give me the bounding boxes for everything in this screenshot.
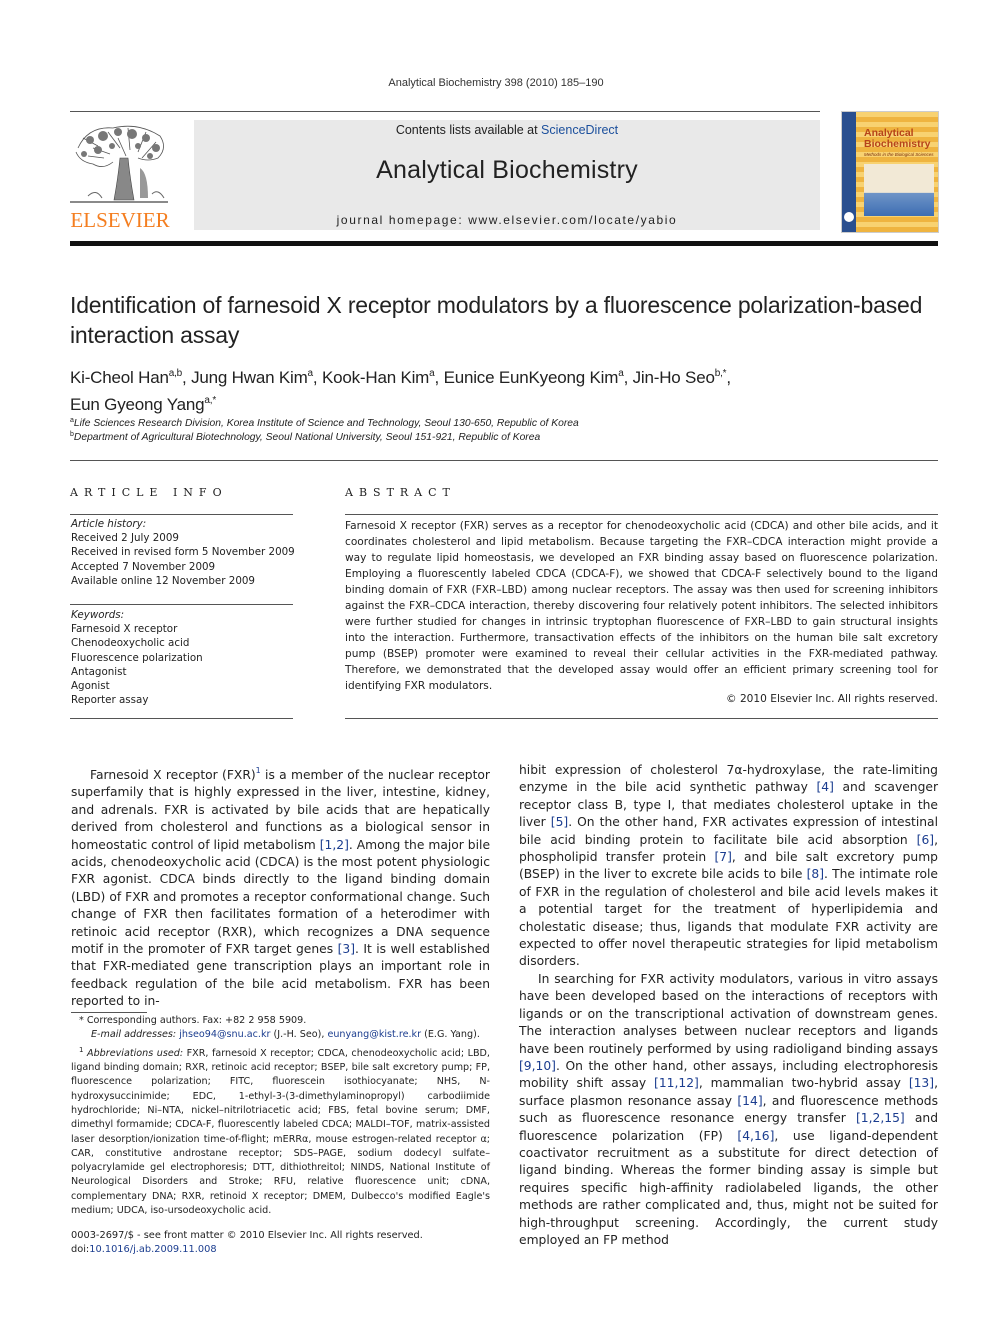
section-divider <box>70 460 938 461</box>
article-info-rule <box>70 514 293 515</box>
citation-link[interactable]: [13] <box>909 1076 934 1090</box>
author-affiliation-mark: a <box>307 368 314 379</box>
citation-link[interactable]: [1,2] <box>320 838 349 852</box>
email-link[interactable]: jhseo94@snu.ac.kr <box>179 1029 270 1040</box>
keyword: Antagonist <box>71 665 127 678</box>
body-column-right: hibit expression of cholesterol 7α-hydro… <box>519 762 938 1249</box>
keyword: Reporter assay <box>71 694 149 707</box>
author-name[interactable]: Ki-Cheol Han <box>70 368 169 387</box>
author-affiliation-mark: a <box>618 368 624 379</box>
author-name[interactable]: Jung Hwan Kim <box>191 368 308 387</box>
journal-name: Analytical Biochemistry <box>376 156 638 184</box>
cover-seal-icon <box>844 212 854 222</box>
citation-link[interactable]: [9,10] <box>519 1059 556 1073</box>
citation-link[interactable]: [8] <box>807 867 824 881</box>
article-info-rule <box>70 604 293 605</box>
journal-homepage-link[interactable]: journal homepage: www.elsevier.com/locat… <box>194 213 820 227</box>
keyword: Fluorescence polarization <box>71 651 203 664</box>
article-title: Identification of farnesoid X receptor m… <box>70 292 923 348</box>
affiliation-a: aLife Sciences Research Division, Korea … <box>70 417 579 429</box>
history-item: Available online 12 November 2009 <box>71 574 255 587</box>
article-info-heading: ARTICLE INFO <box>70 486 228 499</box>
citation-link[interactable]: [7] <box>714 850 731 864</box>
citation-link[interactable]: [5] <box>551 815 568 829</box>
history-label: Article history: <box>71 518 147 530</box>
body-paragraph: Farnesoid X receptor (FXR)1 is a member … <box>71 766 491 1009</box>
keyword: Farnesoid X receptor <box>71 623 178 636</box>
citation-link[interactable]: [4] <box>816 780 833 794</box>
author-affiliation-mark: a <box>429 368 435 379</box>
elsevier-wordmark: ELSEVIER <box>70 208 170 232</box>
affiliation-b: bDepartment of Agricultural Biotechnolog… <box>70 431 541 443</box>
citation-link[interactable]: [1,2,15] <box>856 1111 905 1125</box>
author-affiliation-mark: a,* <box>204 395 217 406</box>
elsevier-logo[interactable]: ELSEVIER <box>68 118 172 232</box>
abstract-heading: ABSTRACT <box>345 486 456 499</box>
abbreviations-note: 1 Abbreviations used: FXR, farnesoid X r… <box>71 1045 490 1217</box>
author-affiliation-mark: b,* <box>714 368 727 379</box>
header-thick-rule <box>70 241 938 246</box>
contents-prefix: Contents lists available at <box>395 123 542 137</box>
history-item: Received in revised form 5 November 2009 <box>71 546 295 559</box>
sciencedirect-link[interactable]: ScienceDirect <box>541 123 618 137</box>
issn-line: 0003-2697/$ - see front matter © 2010 El… <box>71 1230 423 1241</box>
author-affiliation-mark: a,b <box>168 368 183 379</box>
keywords-label: Keywords: <box>71 609 125 621</box>
corresponding-author-note: * Corresponding authors. Fax: +82 2 958 … <box>79 1015 307 1026</box>
author-name[interactable]: Eunice EunKyeong Kim <box>444 368 619 387</box>
cover-title: Analytical Biochemistry <box>864 127 931 150</box>
contents-line: Contents lists available at ScienceDirec… <box>194 123 820 137</box>
article-history: Article history: Received 2 July 2009 Re… <box>71 517 296 588</box>
author-name[interactable]: Jin-Ho Seo <box>633 368 715 387</box>
author-name[interactable]: Eun Gyeong Yang <box>70 395 205 414</box>
abstract-copyright: © 2010 Elsevier Inc. All rights reserved… <box>725 693 938 705</box>
citation-link[interactable]: [14] <box>737 1094 762 1108</box>
doi-line: doi:10.1016/j.ab.2009.11.008 <box>71 1244 217 1255</box>
author-name[interactable]: Kook-Han Kim <box>322 368 429 387</box>
keywords: Keywords: Farnesoid X receptor Chenodeox… <box>71 608 296 707</box>
footnote-rule <box>71 1012 147 1013</box>
history-item: Received 2 July 2009 <box>71 532 179 545</box>
author-list: Ki-Cheol Hana,b, Jung Hwan Kima, Kook-Ha… <box>70 368 731 414</box>
cover-illustration <box>864 164 934 216</box>
elsevier-tree-icon <box>70 125 168 203</box>
article-info-rule <box>70 718 293 719</box>
citation-link[interactable]: [3] <box>338 942 355 956</box>
body-paragraph: In searching for FXR activity modulators… <box>519 971 939 1247</box>
journal-cover[interactable]: Analytical Biochemistry Methods in the Bi… <box>841 111 939 233</box>
citation-link[interactable]: [4,16] <box>737 1129 774 1143</box>
footnotes: * Corresponding authors. Fax: +82 2 958 … <box>71 1014 490 1218</box>
header-rule <box>70 111 820 112</box>
abstract-text: Farnesoid X receptor (FXR) serves as a r… <box>345 520 938 692</box>
front-matter: 0003-2697/$ - see front matter © 2010 El… <box>71 1229 490 1257</box>
history-item: Accepted 7 November 2009 <box>71 560 216 573</box>
citation-link[interactable]: [6] <box>917 833 934 847</box>
abstract-rule <box>345 718 938 719</box>
email-link[interactable]: eunyang@kist.re.kr <box>327 1029 421 1040</box>
cover-subtitle: Methods in the Biological Sciences <box>864 152 934 157</box>
keyword: Agonist <box>71 680 110 693</box>
email-note: E-mail addresses: jhseo94@snu.ac.kr (J.-… <box>91 1029 480 1041</box>
keyword: Chenodeoxycholic acid <box>71 637 190 650</box>
abstract-rule <box>345 514 938 515</box>
citation-link[interactable]: [11,12] <box>654 1076 699 1090</box>
body-column-left: Farnesoid X receptor (FXR)1 is a member … <box>71 762 490 1011</box>
journal-banner: Contents lists available at ScienceDirec… <box>194 120 820 230</box>
body-paragraph: hibit expression of cholesterol 7α-hydro… <box>519 763 939 969</box>
running-head: Analytical Biochemistry 398 (2010) 185–1… <box>388 77 604 89</box>
doi-link[interactable]: 10.1016/j.ab.2009.11.008 <box>89 1244 216 1255</box>
